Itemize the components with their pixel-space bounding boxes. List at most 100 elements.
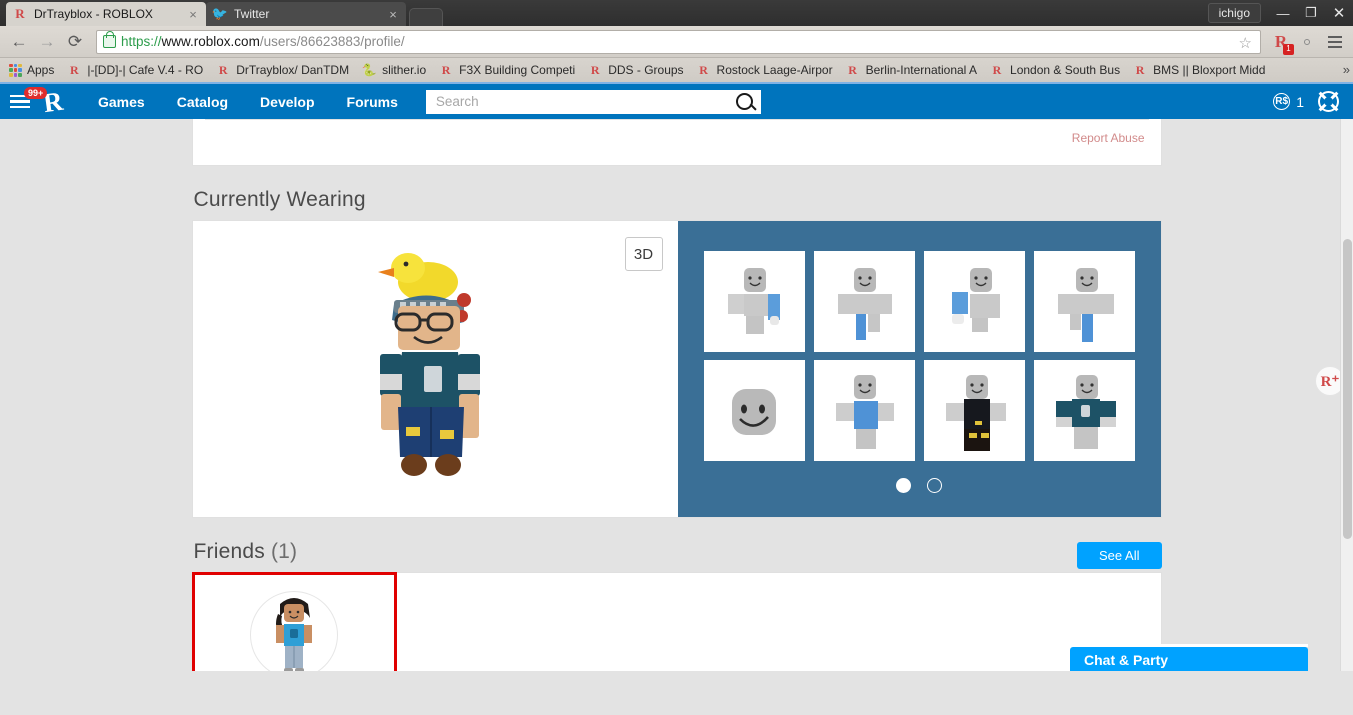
- bookmarks-bar: Apps R |-[DD]-| Cafe V.4 - RO R DrTraybl…: [0, 58, 1353, 84]
- slither-icon: 🐍: [361, 63, 377, 77]
- nav-right-cluster: R$ 1: [1273, 84, 1339, 119]
- friends-header: Friends (1) See All: [192, 518, 1162, 572]
- report-abuse-link[interactable]: Report Abuse: [1072, 131, 1145, 145]
- maximize-icon[interactable]: ❐: [1297, 1, 1325, 25]
- wearing-item-thumbnail[interactable]: [813, 360, 915, 461]
- roblox-plus-extension-icon[interactable]: R 1: [1269, 30, 1294, 55]
- address-bar[interactable]: https://www.roblox.com/users/86623883/pr…: [96, 29, 1261, 54]
- reload-icon[interactable]: ⟳: [62, 29, 88, 55]
- roblox-icon: R: [992, 62, 1002, 77]
- tab-strip: R DrTrayblox - ROBLOX × 🐦 Twitter × ichi…: [0, 0, 1353, 26]
- roblox-icon: R: [1135, 62, 1145, 77]
- close-icon[interactable]: ×: [186, 7, 200, 22]
- currently-wearing-panel: 3D: [191, 220, 1162, 518]
- tab-title: DrTrayblox - ROBLOX: [34, 7, 153, 21]
- bookmark-item[interactable]: R BMS || Bloxport Midd: [1127, 61, 1270, 79]
- toggle-3d-button[interactable]: 3D: [624, 237, 663, 271]
- close-icon[interactable]: ×: [386, 7, 400, 22]
- wearing-item-thumbnail[interactable]: [703, 251, 805, 352]
- chat-and-party-button[interactable]: Chat & Party: [1070, 647, 1308, 671]
- forward-icon[interactable]: →: [34, 29, 60, 55]
- gear-icon[interactable]: [1318, 91, 1339, 112]
- avatar: [250, 591, 338, 671]
- browser-tab-roblox[interactable]: R DrTrayblox - ROBLOX ×: [6, 2, 206, 26]
- carousel-pagination: [896, 478, 942, 493]
- bookmark-item[interactable]: R Rostock Laage-Airpor: [691, 61, 838, 79]
- window-controls: ichigo — ❐ ✕: [1207, 0, 1353, 26]
- scrollbar-thumb[interactable]: [1343, 239, 1352, 539]
- bookmark-item[interactable]: R DrTrayblox/ DanTDM: [210, 61, 354, 79]
- browser-window: R DrTrayblox - ROBLOX × 🐦 Twitter × ichi…: [0, 0, 1353, 715]
- roblox-icon: R: [590, 62, 600, 77]
- url-path: /users/86623883/profile/: [259, 34, 405, 49]
- menu-icon[interactable]: 99+: [10, 86, 48, 111]
- friends-list-panel: realdanswife: [191, 572, 1162, 671]
- avatar-preview-pane: 3D: [192, 221, 678, 517]
- twitter-icon: 🐦: [211, 6, 229, 21]
- profile-card-bottom: Report Abuse: [191, 119, 1162, 166]
- page-content: Report Abuse Currently Wearing 3D Friend…: [0, 119, 1353, 671]
- secure-lock-icon: [103, 31, 116, 48]
- content-column: Report Abuse Currently Wearing 3D Friend…: [191, 119, 1162, 671]
- robux-icon: R$: [1273, 93, 1291, 110]
- browser-menu-icon[interactable]: [1323, 30, 1347, 54]
- nav-link-forums[interactable]: Forums: [331, 94, 414, 110]
- carousel-dot-2[interactable]: [927, 478, 942, 493]
- carousel-dot-1[interactable]: [896, 478, 911, 493]
- search-input[interactable]: Search: [425, 89, 761, 114]
- bookmark-item[interactable]: R Berlin-International A: [840, 61, 982, 79]
- search-placeholder: Search: [435, 94, 479, 109]
- roblox-icon: R: [441, 62, 451, 77]
- nav-link-develop[interactable]: Develop: [244, 94, 330, 110]
- page-scrollbar[interactable]: [1340, 119, 1353, 671]
- wearing-item-thumbnail[interactable]: [1033, 360, 1135, 461]
- bookmark-item[interactable]: 🐍 slither.io: [356, 61, 431, 79]
- browser-profile-name[interactable]: ichigo: [1207, 3, 1261, 23]
- bookmark-label: DrTrayblox/ DanTDM: [236, 63, 350, 77]
- roblox-icon: R: [699, 62, 708, 77]
- see-all-friends-button[interactable]: See All: [1077, 541, 1162, 569]
- nav-link-games[interactable]: Games: [82, 94, 161, 110]
- new-tab-button[interactable]: [409, 8, 443, 26]
- minimize-icon[interactable]: —: [1269, 1, 1297, 25]
- bookmark-star-icon[interactable]: ☆: [1239, 34, 1252, 52]
- nav-link-catalog[interactable]: Catalog: [161, 94, 244, 110]
- bookmark-item[interactable]: R DDS - Groups: [582, 61, 688, 79]
- robux-balance[interactable]: R$ 1: [1273, 93, 1304, 110]
- bookmark-label: London & South Bus: [1010, 63, 1121, 77]
- bookmark-label: Berlin-International A: [865, 63, 978, 77]
- bookmarks-overflow-icon[interactable]: »: [1343, 62, 1350, 77]
- friends-count: (1): [270, 540, 298, 563]
- friend-card-realdanswife[interactable]: realdanswife: [191, 572, 397, 671]
- bookmark-label: slither.io: [382, 63, 427, 77]
- page-title-friends: Friends (1): [194, 540, 298, 564]
- bookmark-item[interactable]: R F3X Building Competi: [433, 61, 580, 79]
- bookmark-label: |-[DD]-| Cafe V.4 - RO: [87, 63, 204, 77]
- extension-dot-icon[interactable]: [1295, 30, 1319, 54]
- bookmark-item[interactable]: R London & South Bus: [984, 61, 1125, 79]
- browser-toolbar: ← → ⟳ https://www.roblox.com/users/86623…: [0, 26, 1353, 58]
- bookmark-label: F3X Building Competi: [459, 63, 576, 77]
- wearing-thumbnail-grid: [703, 251, 1135, 461]
- friends-title-text: Friends: [193, 540, 265, 563]
- roblox-icon: R: [15, 6, 25, 21]
- url-scheme: https://: [121, 34, 162, 49]
- bookmark-apps[interactable]: Apps: [4, 62, 59, 78]
- back-icon[interactable]: ←: [6, 29, 32, 55]
- bookmark-label: DDS - Groups: [608, 63, 684, 77]
- search-icon[interactable]: [735, 93, 753, 110]
- bookmark-label: Rostock Laage-Airpor: [716, 63, 833, 77]
- wearing-item-thumbnail[interactable]: [923, 360, 1025, 461]
- site-navigation-bar: 99+ R Games Catalog Develop Forums Searc…: [0, 84, 1353, 119]
- roblox-icon: R: [848, 62, 857, 77]
- page-title-currently-wearing: Currently Wearing: [193, 188, 366, 211]
- wearing-item-thumbnail[interactable]: [923, 251, 1025, 352]
- browser-tab-twitter[interactable]: 🐦 Twitter ×: [206, 2, 406, 26]
- bookmark-item[interactable]: R |-[DD]-| Cafe V.4 - RO: [61, 61, 208, 79]
- close-icon[interactable]: ✕: [1325, 1, 1353, 25]
- notification-badge: 99+: [24, 86, 48, 99]
- robux-amount: 1: [1296, 93, 1304, 110]
- wearing-item-thumbnail[interactable]: [1033, 251, 1135, 352]
- wearing-item-thumbnail[interactable]: [813, 251, 915, 352]
- wearing-item-thumbnail[interactable]: [703, 360, 805, 461]
